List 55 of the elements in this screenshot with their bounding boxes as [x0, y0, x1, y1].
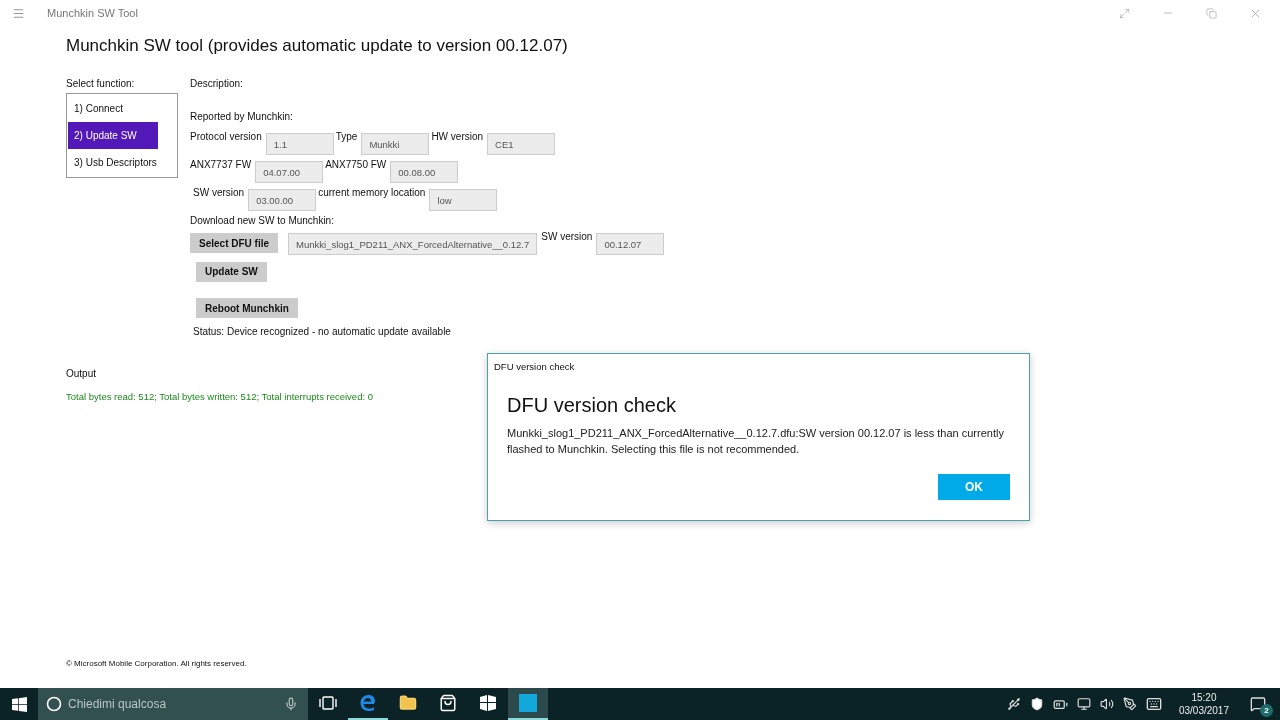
value-field: 04.07.00: [255, 161, 324, 183]
search-field[interactable]: Chiedimi qualcosa: [38, 688, 308, 720]
ring-icon: [46, 696, 62, 712]
function-item[interactable]: 3) Usb Descriptors: [68, 149, 176, 176]
output-text: Total bytes read: 512; Total bytes written: 512; Total interrupts received: 0: [66, 391, 373, 402]
folder-icon: [399, 694, 417, 712]
list-label: Select function:: [66, 78, 135, 89]
value-field: 00.08.00: [390, 161, 459, 183]
pen-icon[interactable]: [1122, 697, 1137, 711]
windows-logo-icon[interactable]: [11, 696, 27, 712]
function-item[interactable]: 2) Update SW: [68, 122, 158, 149]
field-label: current memory location: [318, 187, 426, 198]
field-label: Protocol version: [190, 131, 262, 142]
value-field: 03.00.00: [248, 189, 317, 211]
field-label: SW version: [193, 187, 245, 198]
field-label: HW version: [431, 131, 484, 142]
page-heading: Munchkin SW tool (provides automatic update to version 00.12.07): [66, 36, 569, 56]
clock[interactable]: 15:20 03/03/2017: [1178, 691, 1229, 717]
usb-icon[interactable]: [1006, 697, 1021, 711]
description-label: Description:: [190, 78, 243, 89]
window-title: Munchkin SW Tool: [47, 7, 138, 19]
menu-icon[interactable]: [12, 6, 25, 20]
field-label: ANX7737 FW: [190, 159, 252, 170]
field-label: Type: [335, 131, 358, 142]
section-label: Download new SW to Munchkin:: [190, 215, 334, 226]
task-view-icon: [319, 696, 337, 710]
shopping-bag-icon: [439, 694, 457, 712]
dialog-title: DFU version check: [507, 394, 677, 417]
file-name-field: Munkki_slog1_PD211_ANX_ForcedAlternative__0.12.7: [288, 233, 538, 255]
section-label: Reported by Munchkin:: [190, 111, 293, 122]
field-label: SW version: [541, 231, 593, 242]
dialog-message: Munkki_slog1_PD211_ANX_ForcedAlternative__0.12.7.dfu:SW version 00.12.07 is less than currently flashed to Munchkin. Selecting this file is not recommended.: [507, 426, 1005, 457]
taskbar-app-button[interactable]: [508, 688, 548, 720]
value-field: low: [429, 189, 498, 211]
tiles-icon: [479, 694, 497, 712]
status-text: Status: Device recognized - no automatic update available: [193, 326, 451, 337]
select-file-button[interactable]: Select DFU file: [190, 233, 279, 253]
volume-icon[interactable]: [1099, 697, 1114, 711]
notifications-button[interactable]: 2: [1246, 691, 1270, 717]
value-field: 1.1: [265, 133, 334, 155]
function-item[interactable]: 1) Connect: [68, 95, 176, 122]
app-tile-icon: [519, 694, 537, 712]
action-button[interactable]: Reboot Munchkin: [196, 298, 298, 318]
dialog-caption: DFU version check: [494, 361, 576, 372]
copyright-text: © Microsoft Mobile Corporation. All rights reserved.: [66, 659, 247, 668]
field-label: ANX7750 FW: [325, 159, 387, 170]
value-field: CE1: [487, 133, 556, 155]
browser-icon: [359, 694, 377, 712]
action-button[interactable]: Update SW: [196, 261, 267, 282]
value-field: Munkki: [361, 133, 430, 155]
output-label: Output: [66, 368, 97, 379]
keyboard-icon[interactable]: [1145, 696, 1162, 712]
microphone-icon: [284, 697, 298, 711]
shield-icon[interactable]: [1029, 697, 1044, 711]
value-field: 00.12.07: [596, 233, 665, 255]
